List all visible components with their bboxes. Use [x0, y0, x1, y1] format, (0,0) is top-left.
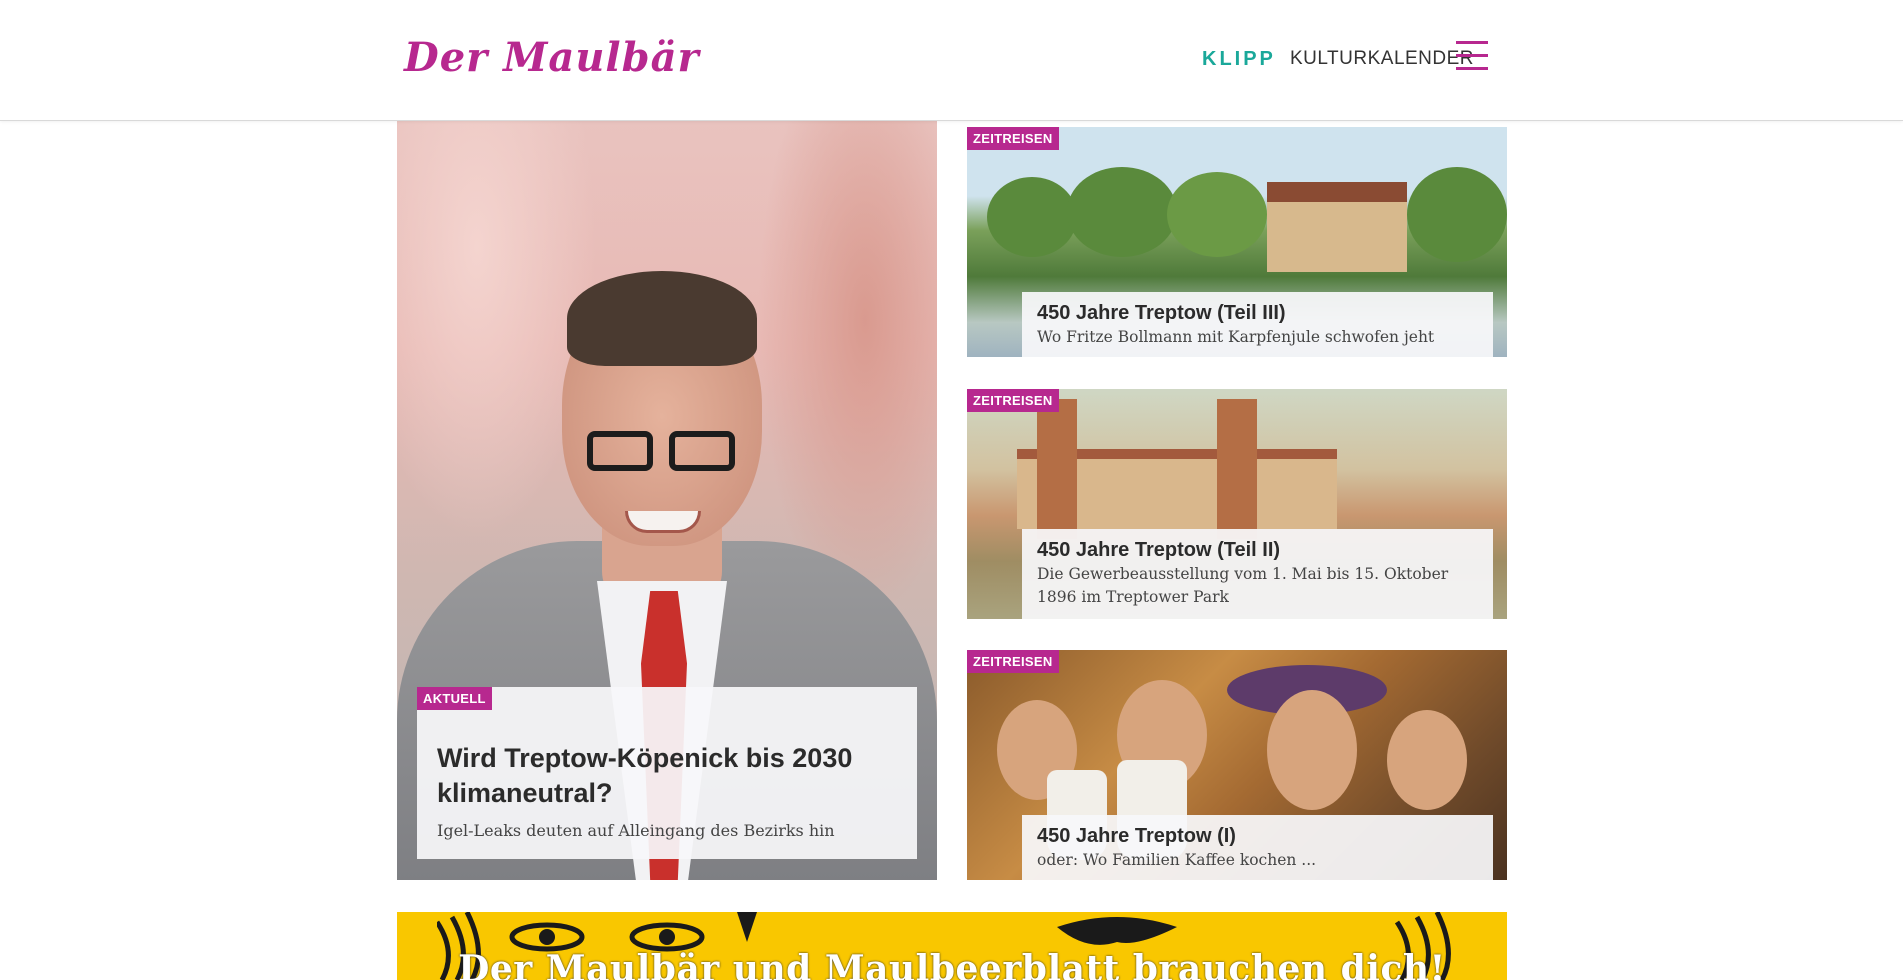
site-header: Der Maulbär KLIPP KULTURKALENDER	[0, 0, 1903, 121]
article-subtitle: Die Gewerbeausstellung vom 1. Mai bis 15…	[1037, 565, 1449, 606]
featured-caption: Wird Treptow-Köpenick bis 2030 klimaneut…	[417, 687, 917, 859]
article-card[interactable]: 450 Jahre Treptow (I) oder: Wo Familien …	[967, 650, 1507, 880]
article-caption: 450 Jahre Treptow (I) oder: Wo Familien …	[1022, 815, 1493, 880]
article-title[interactable]: 450 Jahre Treptow (I)	[1037, 823, 1478, 849]
featured-subtitle: Igel-Leaks deuten auf Alleingang des Bez…	[437, 821, 835, 840]
nav-kulturkalender[interactable]: KULTURKALENDER	[1290, 48, 1474, 70]
category-tag[interactable]: AKTUELL	[417, 687, 492, 710]
article-card[interactable]: 450 Jahre Treptow (Teil II) Die Gewerbea…	[967, 389, 1507, 619]
article-subtitle: oder: Wo Familien Kaffee kochen ...	[1037, 851, 1317, 869]
article-card[interactable]: 450 Jahre Treptow (Teil III) Wo Fritze B…	[967, 127, 1507, 357]
article-caption: 450 Jahre Treptow (Teil II) Die Gewerbea…	[1022, 529, 1493, 619]
category-tag[interactable]: ZEITREISEN	[967, 389, 1059, 412]
featured-title[interactable]: Wird Treptow-Köpenick bis 2030 klimaneut…	[437, 741, 897, 811]
hamburger-menu-icon[interactable]	[1456, 41, 1488, 71]
site-logo[interactable]: Der Maulbär	[404, 34, 700, 81]
article-subtitle: Wo Fritze Bollmann mit Karpfenjule schwo…	[1037, 328, 1435, 346]
support-banner[interactable]: Der Maulbär und Maulbeerblatt brauchen d…	[397, 912, 1507, 980]
category-tag[interactable]: ZEITREISEN	[967, 127, 1059, 150]
featured-article-card[interactable]: Wird Treptow-Köpenick bis 2030 klimaneut…	[397, 121, 937, 880]
banner-headline: Der Maulbär und Maulbeerblatt brauchen d…	[458, 948, 1446, 980]
article-caption: 450 Jahre Treptow (Teil III) Wo Fritze B…	[1022, 292, 1493, 357]
nav-klipp[interactable]: KLIPP	[1202, 48, 1276, 71]
article-title[interactable]: 450 Jahre Treptow (Teil II)	[1037, 537, 1478, 563]
article-title[interactable]: 450 Jahre Treptow (Teil III)	[1037, 300, 1478, 326]
category-tag[interactable]: ZEITREISEN	[967, 650, 1059, 673]
